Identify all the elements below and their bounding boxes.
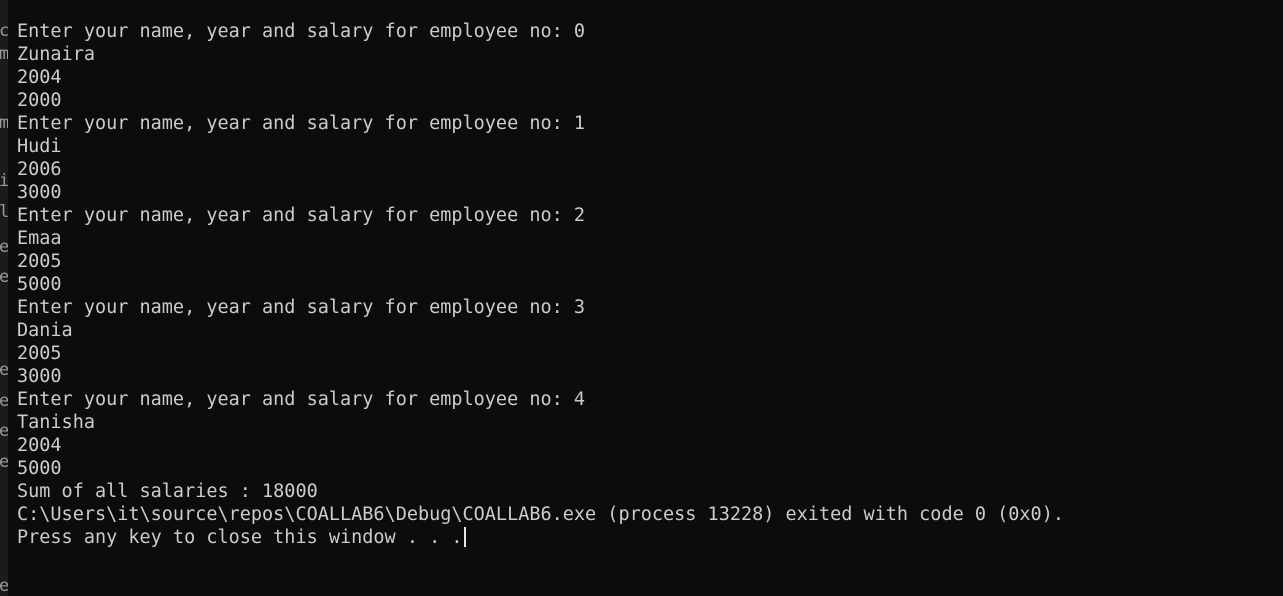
console-line: Enter your name, year and salary for emp…	[17, 205, 586, 226]
console-line: Enter your name, year and salary for emp…	[17, 297, 586, 318]
text-cursor	[463, 527, 466, 547]
sum-line: Sum of all salaries : 18000	[17, 481, 318, 502]
editor-glyph: i	[0, 171, 8, 191]
editor-glyph: c	[0, 21, 8, 41]
editor-glyph: e	[0, 421, 8, 441]
console-line: 3000	[17, 182, 62, 203]
editor-glyph: e	[0, 452, 8, 472]
exit-status-line: C:\Users\it\source\repos\COALLAB6\Debug\…	[17, 504, 1064, 525]
editor-glyph: m	[0, 44, 8, 64]
editor-glyph: e	[0, 237, 8, 257]
console-line: 2004	[17, 435, 62, 456]
editor-glyph: e	[0, 360, 8, 380]
console-window[interactable]: Enter your name, year and salary for emp…	[10, 0, 1283, 596]
console-line: 5000	[17, 458, 62, 479]
console-output: Enter your name, year and salary for emp…	[17, 20, 1064, 549]
editor-glyph: e	[0, 576, 8, 596]
console-line: Enter your name, year and salary for emp…	[17, 389, 586, 410]
console-line: Dania	[17, 320, 73, 341]
console-line: 2006	[17, 159, 62, 180]
editor-glyph: e	[0, 267, 8, 287]
prompt-text: Press any key to close this window . . .	[17, 527, 463, 548]
console-line: 2004	[17, 67, 62, 88]
console-line: 2000	[17, 90, 62, 111]
console-line: 5000	[17, 274, 62, 295]
editor-glyph: m	[0, 113, 8, 133]
console-line: Emaa	[17, 228, 62, 249]
console-line: Tanisha	[17, 412, 95, 433]
console-line: 2005	[17, 343, 62, 364]
prompt-line: Press any key to close this window . . .	[17, 526, 1064, 549]
console-line: 2005	[17, 251, 62, 272]
editor-glyph: e	[0, 391, 8, 411]
console-line: Enter your name, year and salary for emp…	[17, 113, 586, 134]
console-line: 3000	[17, 366, 62, 387]
console-line: Hudi	[17, 136, 62, 157]
console-line: Enter your name, year and salary for emp…	[17, 21, 586, 42]
background-editor-gutter: c m m i l e e e e e e e	[0, 0, 8, 596]
editor-glyph: l	[0, 202, 8, 222]
console-line: Zunaira	[17, 44, 95, 65]
